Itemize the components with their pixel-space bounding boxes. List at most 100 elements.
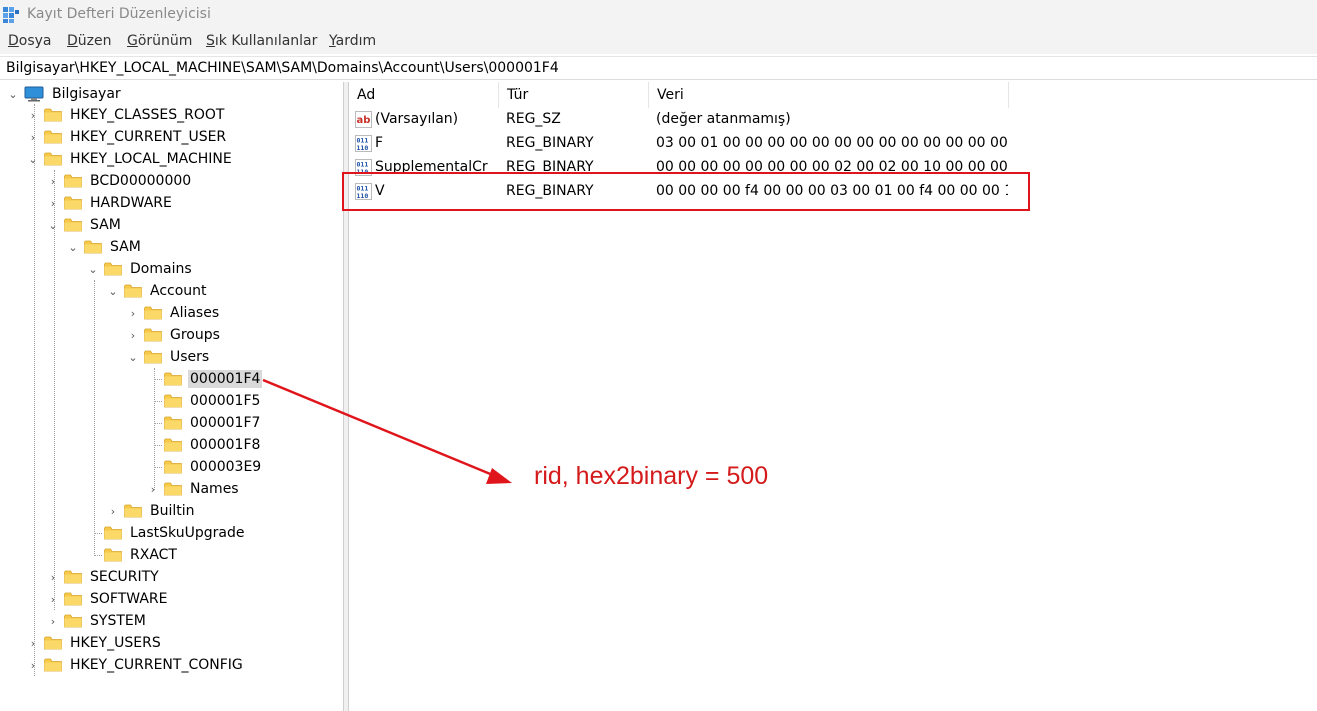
tree-item-users[interactable]: ⌄ Users [126,346,211,368]
column-header-label: Ad [357,87,376,103]
chevron-down-icon[interactable]: ⌄ [66,240,80,254]
column-header-name[interactable]: Ad [349,82,499,108]
tree-item-sam[interactable]: ⌄ SAM [46,214,123,236]
tree-item-hkey-current-config[interactable]: › HKEY_CURRENT_CONFIG [26,654,245,676]
folder-icon [64,570,82,584]
tree-item-hkey-users[interactable]: › HKEY_USERS [26,632,163,654]
chevron-right-icon[interactable]: › [126,328,140,342]
tree-item-security[interactable]: › SECURITY [46,566,161,588]
value-row-default[interactable]: ab (Varsayılan) REG_SZ (değer atanmamış) [349,108,1317,132]
tree-item-bcd00000000[interactable]: › BCD00000000 [46,170,193,192]
key-tree-pane[interactable]: ⌄ Bilgisayar › HKEY_CLASSES_ROOT › HKEY_CUR… [0,82,343,711]
folder-icon [44,636,62,650]
tree-item-000001f5[interactable]: 000001F5 [146,390,262,412]
highlight-box [342,172,1030,211]
menu-accel: G [127,33,138,49]
column-header-label: Tür [507,87,529,103]
folder-icon [144,350,162,364]
chevron-right-icon[interactable]: › [106,504,120,518]
value-type: REG_BINARY [506,135,594,151]
chevron-right-icon[interactable]: › [26,658,40,672]
chevron-right-icon[interactable]: › [46,592,60,606]
tree-item-software[interactable]: › SOFTWARE [46,588,170,610]
menu-sik-kullanilanlar[interactable]: Sık Kullanılanlar [206,33,317,49]
tree-item-account[interactable]: ⌄ Account [106,280,209,302]
chevron-down-icon[interactable]: ⌄ [26,152,40,166]
tree-item-groups[interactable]: › Groups [126,324,222,346]
tree-item-label: BCD00000000 [90,173,192,189]
tree-item-label: SECURITY [90,569,159,585]
chevron-right-icon[interactable]: › [46,570,60,584]
chevron-down-icon[interactable]: ⌄ [86,262,100,276]
column-header-data[interactable]: Veri [649,82,1009,108]
chevron-down-icon[interactable]: ⌄ [106,284,120,298]
folder-icon [124,504,142,518]
chevron-down-icon[interactable]: ⌄ [46,218,60,232]
tree-item-label: RXACT [130,547,177,563]
folder-icon [124,284,142,298]
menu-duzen[interactable]: Düzen [67,33,112,49]
menu-bar: Dosya Düzen Görünüm Sık Kullanılanlar Ya… [0,30,1317,54]
tree-item-000001f4[interactable]: 000001F4 [146,368,263,390]
tree-guide-line [54,170,55,610]
tree-item-system[interactable]: › SYSTEM [46,610,148,632]
folder-icon [104,526,122,540]
svg-text:ab: ab [357,115,371,126]
chevron-right-icon[interactable]: › [26,108,40,122]
chevron-right-icon[interactable]: › [26,636,40,650]
address-bar[interactable]: Bilgisayar\HKEY_LOCAL_MACHINE\SAM\SAM\Do… [0,56,1317,80]
folder-icon [104,548,122,562]
tree-item-label: Aliases [170,305,220,321]
tree-item-builtin[interactable]: › Builtin [106,500,197,522]
tree-item-000003e9[interactable]: 000003E9 [146,456,263,478]
menu-label: ardım [335,33,377,49]
tree-item-label: HKEY_CURRENT_USER [70,129,227,145]
chevron-right-icon[interactable]: › [46,174,60,188]
value-data: 00 00 00 00 00 00 00 00 02 00 02 00 10 0… [656,159,1008,173]
folder-icon [64,614,82,628]
registry-editor-app-icon [3,7,19,23]
tree-item-domains[interactable]: ⌄ Domains [86,258,194,280]
chevron-right-icon[interactable]: › [26,130,40,144]
tree-item-label: HKEY_USERS [70,635,161,651]
title-bar: Kayıt Defteri Düzenleyicisi [0,0,1317,30]
menu-gorunum[interactable]: Görünüm [127,33,192,49]
tree-item-bilgisayar[interactable]: ⌄ Bilgisayar [6,83,123,105]
chevron-down-icon[interactable]: ⌄ [6,87,20,101]
value-type: REG_BINARY [506,159,594,173]
tree-item-names[interactable]: › Names [146,478,241,500]
value-data: (değer atanmamış) [656,111,791,127]
menu-yardim[interactable]: Yardım [329,33,376,49]
tree-item-hkey-current-user[interactable]: › HKEY_CURRENT_USER [26,126,228,148]
tree-item-label: Domains [130,261,192,277]
value-name: F [375,135,384,151]
tree-item-hkey-classes-root[interactable]: › HKEY_CLASSES_ROOT [26,104,226,126]
chevron-down-icon[interactable]: ⌄ [126,350,140,364]
tree-item-label: Users [170,349,210,365]
tree-item-000001f7[interactable]: 000001F7 [146,412,262,434]
chevron-right-icon[interactable]: › [46,614,60,628]
tree-item-sam[interactable]: ⌄ SAM [66,236,143,258]
column-header-type[interactable]: Tür [499,82,649,108]
binary-value-icon: 011 110 [355,135,372,152]
tree-item-lastskuupgrade[interactable]: LastSkuUpgrade [86,522,246,544]
tree-item-hkey-local-machine[interactable]: ⌄ HKEY_LOCAL_MACHINE [26,148,234,170]
value-type: REG_SZ [506,111,561,127]
tree-item-aliases[interactable]: › Aliases [126,302,221,324]
chevron-right-icon[interactable]: › [126,306,140,320]
tree-item-000001f8[interactable]: 000001F8 [146,434,262,456]
folder-icon [44,130,62,144]
chevron-right-icon[interactable]: › [46,196,60,210]
address-path[interactable]: Bilgisayar\HKEY_LOCAL_MACHINE\SAM\SAM\Do… [6,60,559,76]
menu-dosya[interactable]: Dosya [8,33,52,49]
chevron-right-icon[interactable]: › [146,482,160,496]
tree-item-rxact[interactable]: RXACT [86,544,179,566]
tree-item-hardware[interactable]: › HARDWARE [46,192,174,214]
folder-icon [164,460,182,474]
value-row-f[interactable]: 011 110 F REG_BINARY 03 00 01 00 00 00 0… [349,132,1317,156]
menu-accel: Y [329,33,336,49]
